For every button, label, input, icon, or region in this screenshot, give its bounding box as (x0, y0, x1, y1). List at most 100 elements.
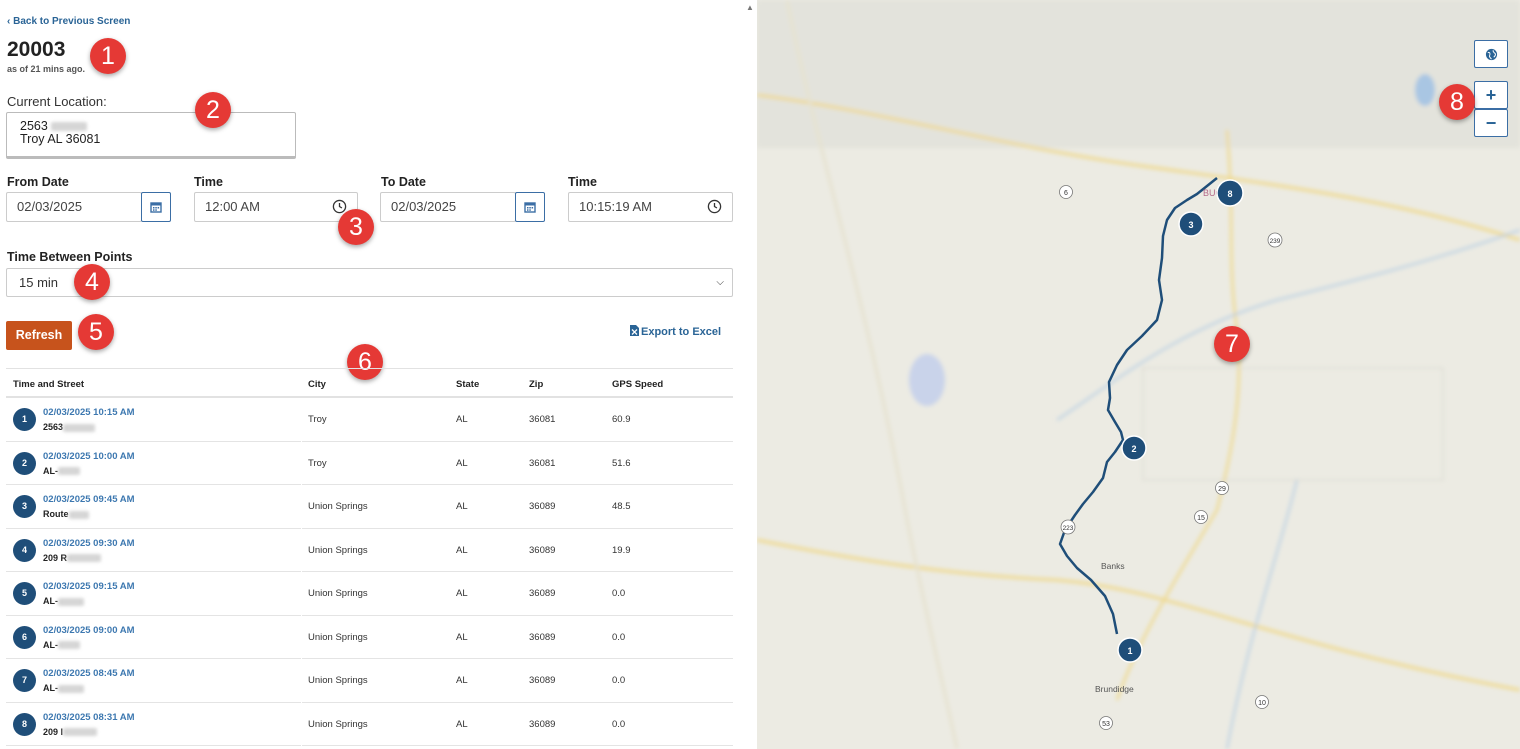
excel-file-icon (630, 325, 639, 336)
road-shield-label: 53 (1102, 721, 1110, 728)
row-city: Union Springs (308, 544, 368, 556)
vehicle-id: 20003 (7, 38, 66, 61)
row-street: AL- (43, 640, 80, 650)
map-panel[interactable]: 6 239 29 15 223 10 53 BUCK Banks Brundid… (757, 0, 1520, 749)
row-state: AL (456, 718, 468, 730)
row-city: Troy (308, 414, 327, 425)
from-date-label: From Date (7, 175, 69, 189)
row-city: Union Springs (308, 718, 368, 730)
redacted-text (58, 597, 84, 606)
row-number-badge: 1 (13, 408, 36, 431)
redacted-text (58, 684, 84, 693)
table-row[interactable]: 4 02/03/2025 09:30 AM 209 R Union Springs AL… (6, 528, 733, 572)
map-canvas[interactable]: 6 239 29 15 223 10 53 BUCK Banks Brundid… (757, 0, 1520, 749)
row-state: AL (456, 501, 468, 512)
redacted-text (58, 467, 80, 476)
row-zip: 36081 (529, 457, 556, 469)
row-number-badge: 4 (13, 538, 36, 562)
table-row[interactable]: 7 02/03/2025 08:45 AM AL- Union Springs AL 36… (6, 659, 733, 703)
table-row[interactable]: 5 02/03/2025 09:15 AM AL- Union Springs AL 36… (6, 572, 733, 616)
row-time-link[interactable]: 02/03/2025 09:00 AM (43, 625, 135, 636)
map-layer-button[interactable] (1474, 40, 1508, 68)
row-city: Union Springs (308, 675, 368, 686)
current-location-box: 2563 Troy AL 36081 (6, 112, 296, 159)
from-time-value: 12:00 AM (205, 199, 260, 214)
table-row[interactable]: 3 02/03/2025 09:45 AM Route Union Springs AL… (6, 485, 733, 529)
row-time-link[interactable]: 02/03/2025 10:00 AM (43, 451, 135, 462)
redacted-text (68, 510, 89, 519)
table-body: 1 02/03/2025 10:15 AM 2563 Troy AL 36081 60.9 … (6, 398, 733, 746)
from-date-calendar-button[interactable] (141, 192, 171, 222)
row-street-text: 2563 (43, 422, 64, 432)
to-date-input[interactable]: 02/03/2025 (380, 192, 516, 222)
table-row[interactable]: 8 02/03/2025 08:31 AM 209 I Union Springs AL… (6, 702, 733, 746)
zoom-out-button[interactable]: − (1474, 109, 1508, 137)
zoom-in-button[interactable]: + (1474, 81, 1508, 109)
row-zip: 36089 (529, 588, 556, 599)
row-street: 209 I (43, 727, 98, 737)
column-divider (301, 398, 302, 442)
town-label: Banks (1101, 561, 1125, 571)
callout-5: 5 (78, 314, 114, 350)
back-link[interactable]: ‹ Back to Previous Screen (7, 16, 130, 27)
map-marker-label: 2 (1131, 444, 1136, 454)
road-shield: 10 (1255, 695, 1269, 709)
to-time-label: Time (568, 175, 597, 189)
refresh-button[interactable]: Refresh (6, 321, 72, 350)
left-panel: ▲ ‹ Back to Previous Screen 20003 as of … (0, 0, 757, 749)
row-speed: 48.5 (612, 501, 631, 512)
row-time-link[interactable]: 02/03/2025 10:15 AM (43, 407, 135, 418)
export-to-excel-link[interactable]: Export to Excel (630, 325, 721, 338)
row-speed: 0.0 (612, 631, 626, 643)
road-shield-label: 15 (1197, 515, 1205, 522)
row-number-badge: 2 (13, 451, 36, 475)
to-date-calendar-button[interactable] (515, 192, 545, 222)
map-marker-8[interactable]: 8 (1216, 179, 1244, 207)
redacted-text (67, 554, 102, 563)
map-marker-label: 8 (1227, 189, 1232, 199)
row-time-link[interactable]: 02/03/2025 08:31 AM (43, 712, 135, 723)
table-row[interactable]: 6 02/03/2025 09:00 AM AL- Union Springs AL 36… (6, 615, 733, 659)
row-street: AL- (43, 596, 84, 606)
last-updated: as of 21 mins ago. (7, 64, 86, 74)
interval-label: Time Between Points (7, 250, 133, 264)
town-label: Brundidge (1095, 684, 1134, 694)
to-time-value: 10:15:19 AM (579, 199, 652, 214)
map-shaded-region (757, 0, 1520, 148)
map-marker-3[interactable]: 3 (1178, 211, 1204, 237)
map-marker-2[interactable]: 2 (1121, 435, 1147, 461)
callout-2: 2 (195, 92, 231, 128)
from-date-input[interactable]: 02/03/2025 (6, 192, 142, 222)
column-divider (301, 528, 302, 572)
column-header: City (308, 379, 326, 390)
row-number-badge: 8 (13, 712, 36, 736)
to-time-input[interactable]: 10:15:19 AM (568, 192, 733, 222)
row-street-text: AL- (43, 639, 58, 650)
row-speed: 60.9 (612, 414, 631, 425)
road-shield-label: 239 (1270, 238, 1281, 245)
row-city: Troy (308, 457, 327, 469)
row-time-link[interactable]: 02/03/2025 09:30 AM (43, 538, 135, 549)
interval-select[interactable]: 15 min ⌵ (6, 268, 733, 297)
clock-icon[interactable] (707, 199, 722, 214)
row-street: AL- (43, 466, 80, 476)
row-speed: 0.0 (612, 675, 626, 686)
row-time-link[interactable]: 02/03/2025 09:15 AM (43, 581, 135, 592)
row-time-link[interactable]: 02/03/2025 09:45 AM (43, 494, 135, 505)
road-shield: 53 (1099, 716, 1113, 730)
table-row[interactable]: 2 02/03/2025 10:00 AM AL- Troy AL 36081 51.6 (6, 441, 733, 485)
from-time-input[interactable]: 12:00 AM (194, 192, 358, 222)
row-state: AL (456, 588, 468, 599)
column-divider (301, 615, 302, 659)
table-row[interactable]: 1 02/03/2025 10:15 AM 2563 Troy AL 36081 60.9 (6, 398, 733, 442)
map-marker-1[interactable]: 1 (1117, 637, 1143, 663)
calendar-icon (524, 202, 536, 213)
location-history-table: Time and Street City State Zip GPS Speed… (6, 368, 733, 746)
redacted-text (58, 641, 80, 650)
row-zip: 36081 (529, 414, 556, 425)
row-time-link[interactable]: 02/03/2025 08:45 AM (43, 668, 135, 679)
row-street-text: AL- (43, 465, 58, 476)
row-number-badge: 3 (13, 495, 36, 518)
scroll-up-arrow[interactable]: ▲ (746, 3, 754, 12)
lake (909, 354, 945, 406)
